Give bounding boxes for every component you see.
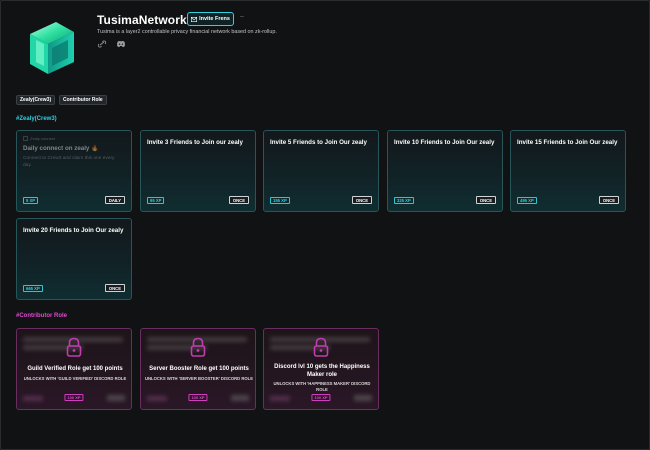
zealy-icon (23, 136, 28, 141)
blurred-text (270, 396, 290, 401)
unlock-requirement: UNLOCKS WITH 'HAPPINESS MAKER' DISCORD R… (273, 381, 371, 392)
discord-icon[interactable] (116, 40, 126, 48)
quest-frequency-badge: ONCE (351, 196, 372, 204)
card-top-text: Zealy connect (30, 136, 55, 141)
blurred-badge (231, 395, 249, 401)
quest-title: Daily connect on zealy 🔥 (23, 145, 127, 153)
quest-xp-badge: 5 XP (23, 197, 39, 204)
quest-title: Invite 10 Friends to Join Our zealy (394, 139, 495, 146)
blurred-text (23, 396, 43, 401)
locked-quest-xp: 100 XP (188, 394, 208, 401)
locked-quest-title: Server Booster Role get 100 points (149, 366, 249, 372)
quest-card-invite-10[interactable]: Invite 10 Friends to Join Our zealy 325 … (387, 130, 503, 212)
tag-zealy[interactable]: Zealy(Crew3) (16, 95, 56, 105)
quest-xp-badge: 495 XP (517, 197, 537, 204)
card-top-label: Zealy connect (23, 136, 55, 141)
blurred-badge (354, 395, 372, 401)
quest-title: Invite 15 Friends to Join Our zealy (517, 139, 618, 146)
quest-xp-badge: 155 XP (270, 197, 290, 204)
unlock-requirement: UNLOCKS WITH 'SERVER BOOSTER' DISCORD RO… (145, 376, 254, 381)
mail-icon (191, 16, 198, 22)
lock-icon (190, 337, 206, 357)
quest-xp-badge: 325 XP (394, 197, 414, 204)
section-title-contributor: #Contributor Role (16, 313, 67, 319)
locked-card-happiness-maker[interactable]: Discord lvl 10 gets the Happiness Maker … (263, 328, 379, 410)
project-description: Tusima is a layer2 controllable privacy … (97, 29, 277, 35)
locked-quest-xp: 100 XP (64, 394, 84, 401)
quest-xp-badge: 95 XP (147, 197, 165, 204)
locked-quest-title: Discord lvl 10 gets the Happiness Maker … (274, 364, 370, 378)
section-title-zealy: #Zealy(Crew3) (16, 116, 57, 122)
quest-frequency-badge: ONCE (598, 196, 619, 204)
lock-icon (66, 337, 82, 357)
quest-card-invite-5[interactable]: Invite 5 Friends to Join Our zealy 155 X… (263, 130, 379, 212)
quest-title: Invite 5 Friends to Join Our zealy (270, 139, 367, 146)
header-dash: – (240, 13, 244, 20)
tag-contributor-role[interactable]: Contributor Role (59, 95, 107, 105)
quest-frequency-badge: DAILY (104, 196, 125, 204)
fire-icon: 🔥 (91, 146, 99, 152)
link-icon[interactable] (97, 40, 107, 48)
locked-quest-title: Guild Verified Role get 100 points (27, 366, 123, 372)
quest-title: Invite 3 Friends to Join our zealy (147, 139, 243, 146)
quest-description: Connect to Crew3 and claim this one ever… (23, 156, 115, 168)
quest-card-invite-15[interactable]: Invite 15 Friends to Join Our zealy 495 … (510, 130, 626, 212)
quest-card-invite-20[interactable]: Invite 20 Friends to Join Our zealy 665 … (16, 218, 132, 300)
quest-frequency-badge: ONCE (104, 284, 125, 292)
quest-card-invite-3[interactable]: Invite 3 Friends to Join our zealy 95 XP… (140, 130, 256, 212)
locked-card-guild-verified[interactable]: Guild Verified Role get 100 points UNLOC… (16, 328, 132, 410)
blurred-badge (107, 395, 125, 401)
quest-title-text: Daily connect on zealy (23, 145, 90, 152)
locked-quest-xp: 100 XP (311, 394, 331, 401)
quest-card-daily-connect[interactable]: Zealy connect Daily connect on zealy 🔥 C… (16, 130, 132, 212)
unlock-requirement: UNLOCKS WITH 'GUILD VERIFIED' DISCORD RO… (23, 376, 127, 381)
quest-frequency-badge: ONCE (228, 196, 249, 204)
lock-icon (313, 337, 329, 357)
invite-frens-label: Invite Frens (199, 16, 230, 22)
page-title: TusimaNetwork (97, 13, 187, 27)
quest-xp-badge: 665 XP (23, 285, 43, 292)
invite-frens-button[interactable]: Invite Frens (187, 12, 234, 26)
quest-title: Invite 20 Friends to Join Our zealy (23, 227, 124, 234)
blurred-text (147, 396, 167, 401)
quest-frequency-badge: ONCE (475, 196, 496, 204)
tusima-logo-icon (30, 22, 74, 74)
locked-card-server-booster[interactable]: Server Booster Role get 100 points UNLOC… (140, 328, 256, 410)
